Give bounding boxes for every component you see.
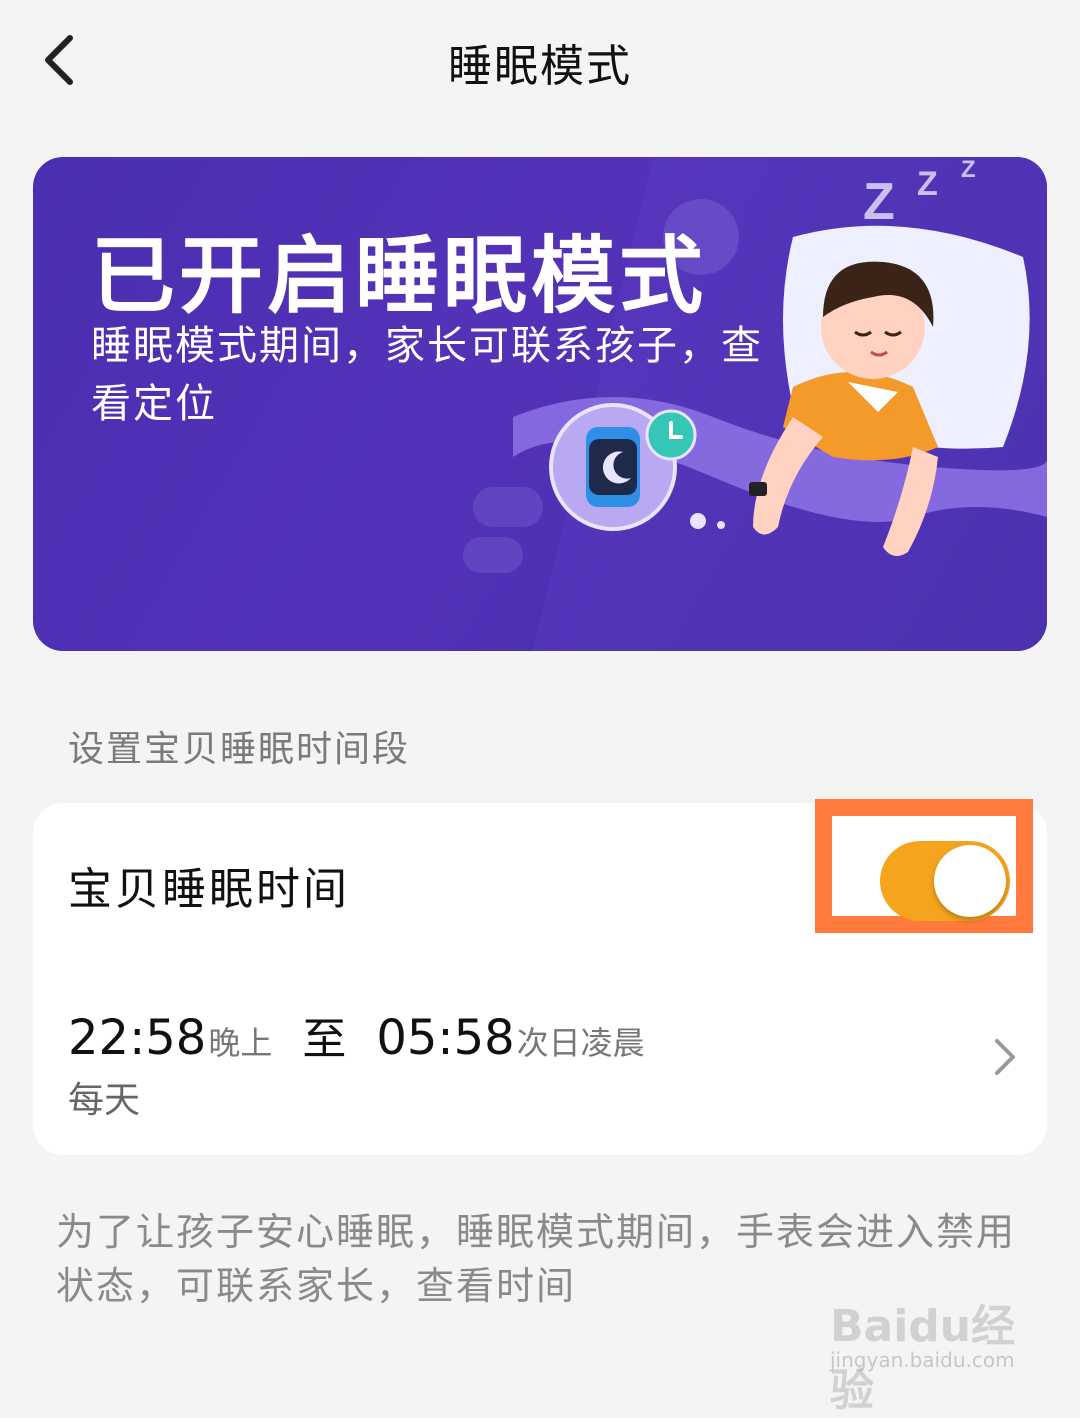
sleep-time-toggle[interactable]	[880, 841, 1010, 921]
start-time: 22:58	[68, 1010, 207, 1066]
sleep-mode-banner: Z Z Z 已开启睡眠模式 睡眠模式期间，家长可联系孩子，查看定位	[33, 157, 1047, 651]
svg-text:Z: Z	[917, 165, 938, 203]
svg-text:Z: Z	[961, 157, 976, 183]
end-period: 次日凌晨	[516, 1024, 645, 1062]
svg-text:Z: Z	[863, 173, 895, 231]
time-separator: 至	[302, 1014, 347, 1065]
banner-title: 已开启睡眠模式	[91, 227, 708, 325]
sleep-mode-page: 睡眠模式 Z Z Z 已开启睡眠模式 睡眠模式期间，家长可联系孩子，查看定位 设…	[0, 0, 1080, 1416]
sleep-time-title: 宝贝睡眠时间	[68, 864, 350, 915]
watermark-url: jingyan.baidu.com	[830, 1348, 1015, 1372]
section-label: 设置宝贝睡眠时间段	[68, 729, 411, 770]
page-title: 睡眠模式	[448, 41, 632, 92]
end-time: 05:58	[376, 1010, 515, 1066]
chevron-right-icon[interactable]	[993, 1037, 1017, 1081]
banner-subtitle: 睡眠模式期间，家长可联系孩子，查看定位	[91, 323, 763, 427]
sleep-time-range[interactable]: 22:58 晚上 至 05:58 次日凌晨	[68, 1003, 645, 1067]
baidu-watermark: Baidu经验 jingyan.baidu.com	[830, 1290, 1030, 1416]
repeat-label: 每天	[68, 1080, 141, 1121]
toggle-knob	[934, 845, 1006, 917]
sleep-time-card: 宝贝睡眠时间 22:58 晚上 至 05:58 次日凌晨 每天	[33, 799, 1047, 1155]
start-period: 晚上	[208, 1024, 273, 1062]
